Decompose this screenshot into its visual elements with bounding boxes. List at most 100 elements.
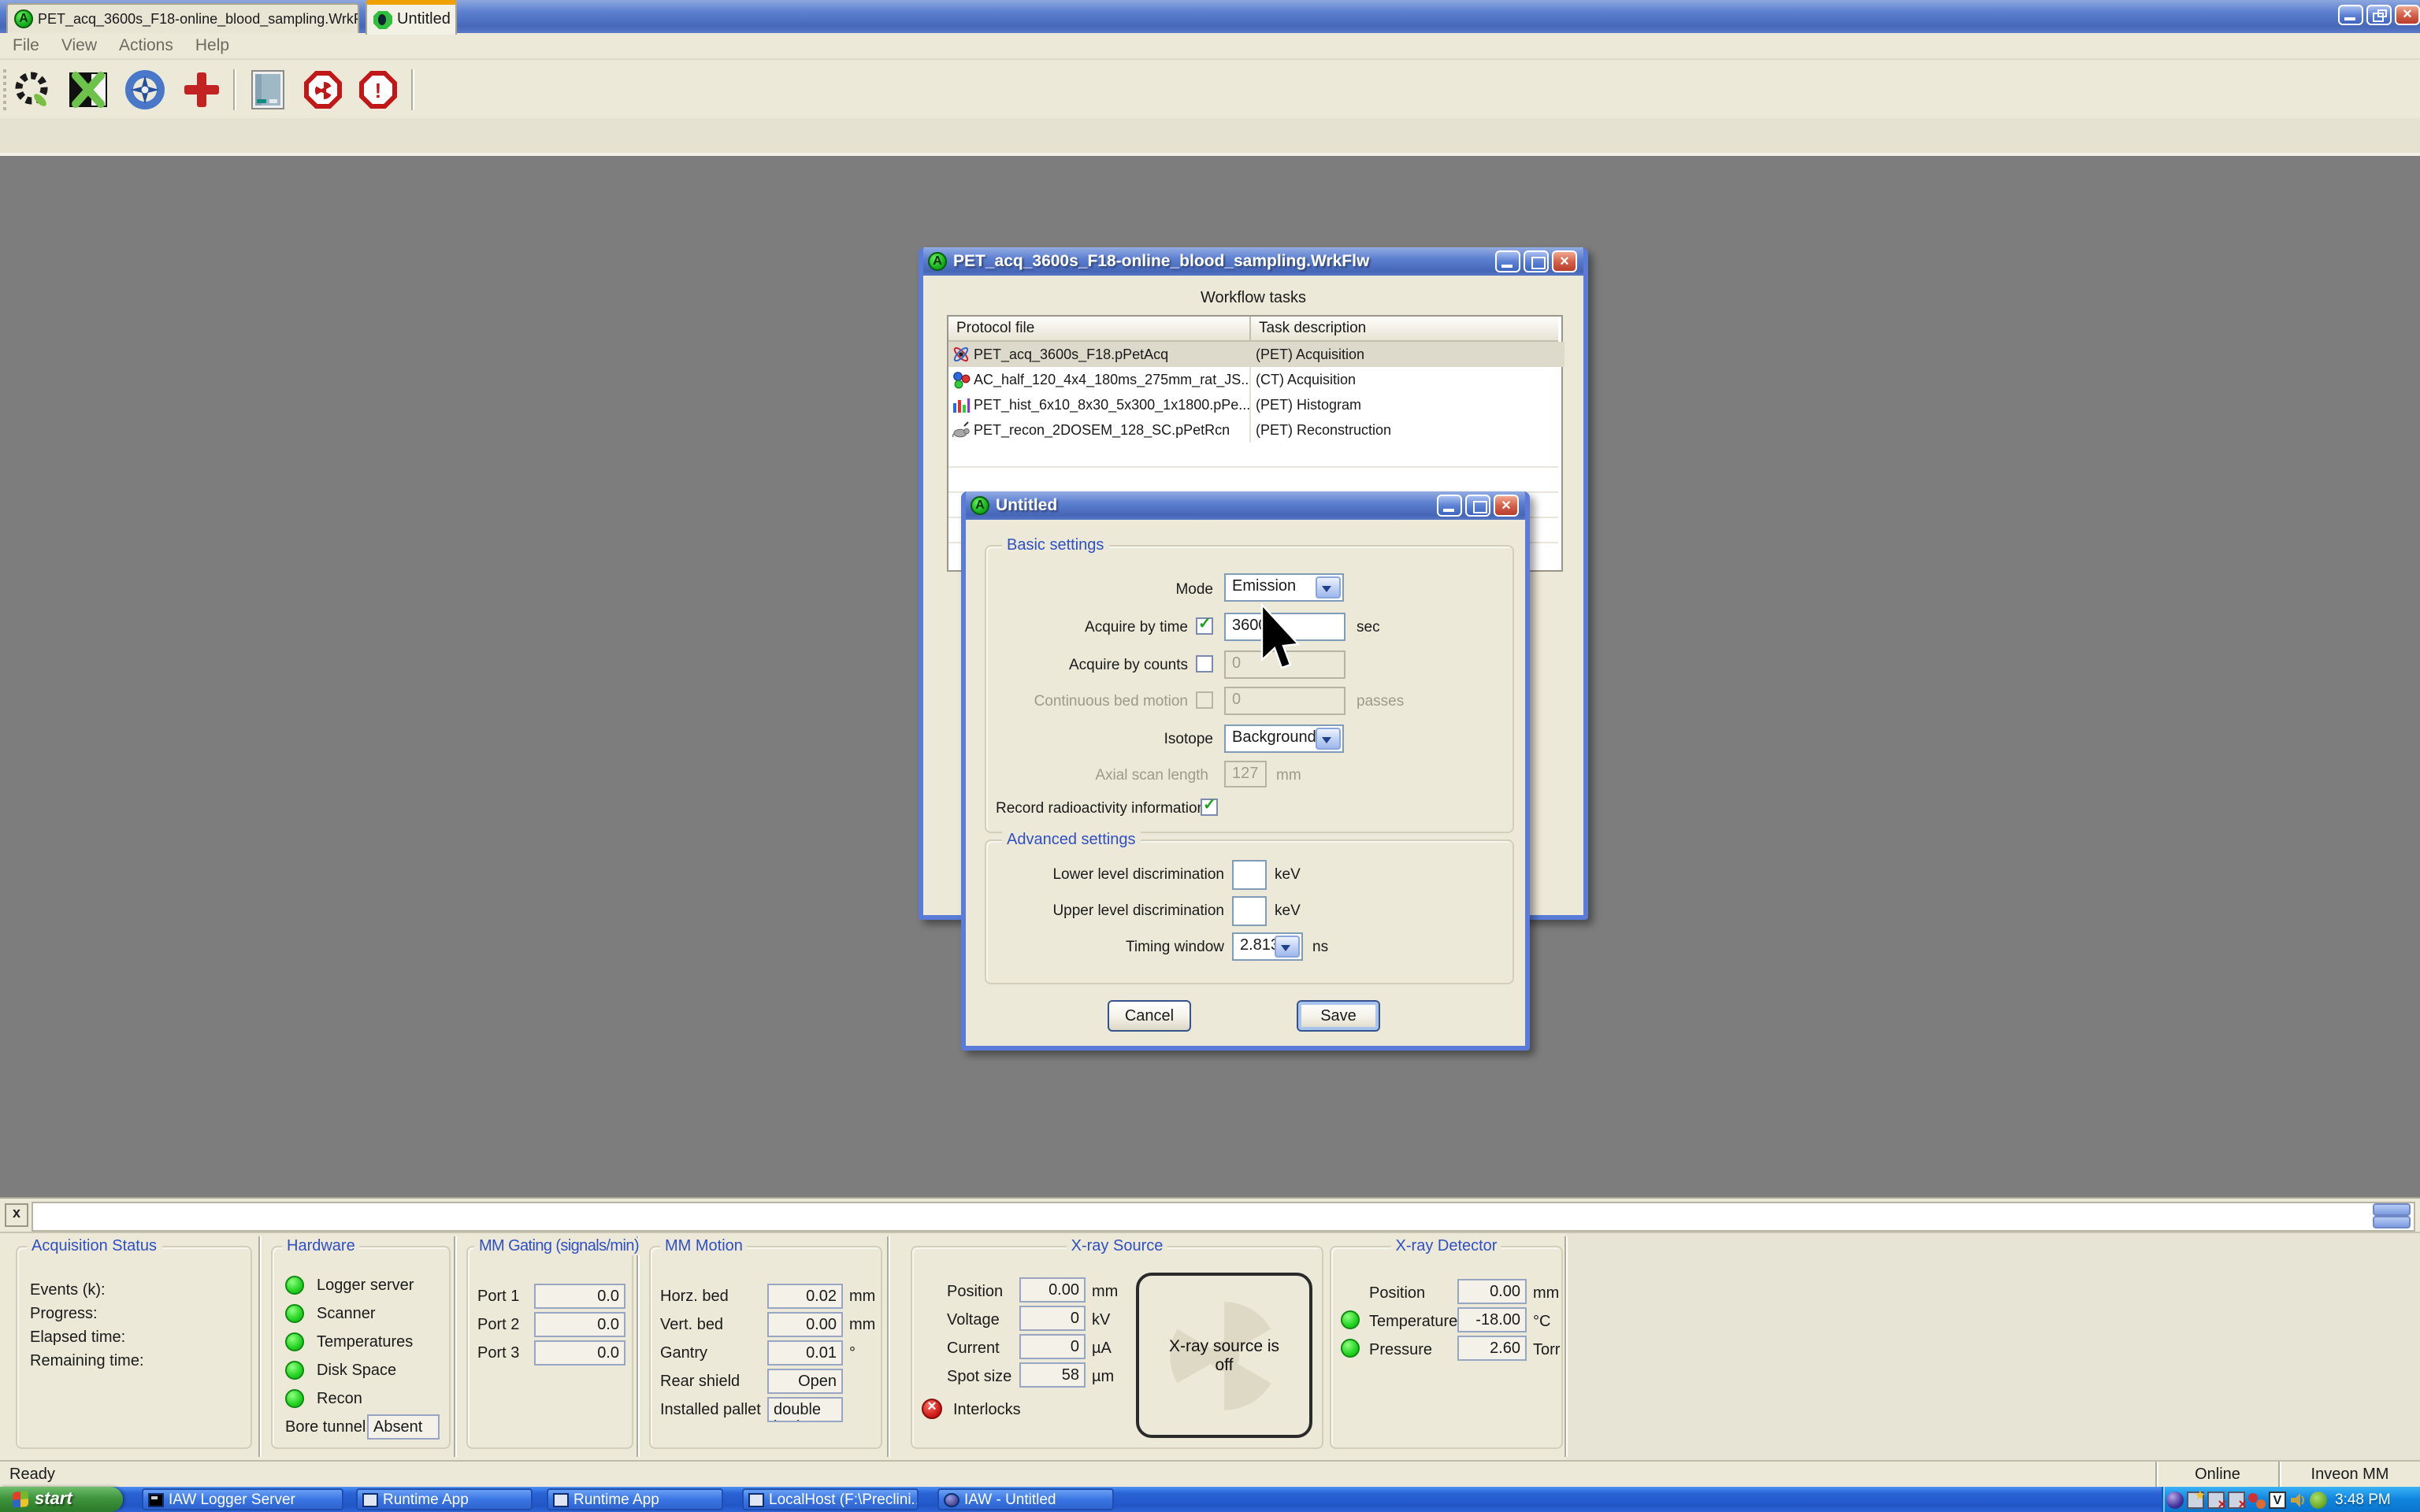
- table-row[interactable]: PET_hist_6x10_8x30_5x300_1x1800.pPe...: [948, 392, 1249, 417]
- menu-view[interactable]: View: [61, 36, 97, 55]
- acquisition-dialog: A Untitled × Basic settings Mode Emissio…: [961, 491, 1530, 1051]
- vnc-tray-icon[interactable]: V: [2269, 1491, 2286, 1508]
- spot-size-unit: µm: [1092, 1369, 1114, 1386]
- close-button[interactable]: ×: [2395, 5, 2420, 25]
- network-disconnected-icon[interactable]: ×: [2207, 1491, 2225, 1508]
- menu-actions[interactable]: Actions: [119, 36, 173, 55]
- strip-button-down[interactable]: [2373, 1216, 2411, 1228]
- message-strip: x: [0, 1197, 2420, 1233]
- histogram-icon: [952, 395, 971, 414]
- continuous-bed-motion-checkbox[interactable]: [1196, 691, 1213, 709]
- menu-help[interactable]: Help: [195, 36, 229, 55]
- gantry-label: Gantry: [660, 1345, 707, 1362]
- taskbar-item-runtime1[interactable]: Runtime App: [356, 1488, 533, 1510]
- interlocks-error-icon: [922, 1399, 942, 1419]
- isotope-select[interactable]: Background: [1224, 724, 1344, 753]
- pressure-value: 2.60: [1457, 1336, 1527, 1361]
- pressure-label: Pressure: [1369, 1342, 1432, 1359]
- taskbar-item-logger[interactable]: IAW Logger Server: [142, 1488, 343, 1510]
- nvidia-tray-icon[interactable]: [2310, 1491, 2327, 1508]
- add-button[interactable]: [180, 68, 224, 112]
- workflow-minimize-button[interactable]: [1495, 250, 1520, 272]
- col-task-description[interactable]: Task description: [1249, 317, 1558, 342]
- spot-size-label: Spot size: [947, 1369, 1011, 1386]
- dialog-titlebar[interactable]: A Untitled ×: [966, 491, 1525, 520]
- cancel-button[interactable]: Cancel: [1108, 1000, 1191, 1032]
- taskbar-item-runtime2[interactable]: Runtime App: [547, 1488, 723, 1510]
- workflow-tab-icon: A: [14, 9, 33, 28]
- installed-pallet-label: Installed pallet: [660, 1402, 761, 1419]
- table-cell[interactable]: (PET) Acquisition: [1249, 342, 1564, 367]
- continuous-bed-motion-input: 0: [1224, 687, 1345, 715]
- col-protocol-file[interactable]: Protocol file: [948, 317, 1249, 342]
- status-dock: Acquisition Status Events (k): Progress:…: [0, 1232, 2420, 1462]
- row-desc: (PET) Acquisition: [1256, 346, 1364, 362]
- vert-bed-value: 0.00: [767, 1312, 843, 1337]
- record-radioactivity-checkbox[interactable]: [1201, 799, 1218, 816]
- voltage-label: Voltage: [947, 1312, 1000, 1329]
- workflow-close-button[interactable]: ×: [1552, 250, 1577, 272]
- excel-export-button[interactable]: [66, 68, 110, 112]
- mm-motion-title: MM Motion: [660, 1238, 748, 1255]
- table-row[interactable]: AC_half_120_4x4_180ms_275mm_rat_JS...: [948, 367, 1249, 392]
- axial-scan-length-label: Axial scan length: [1059, 767, 1208, 784]
- acquisition-queue-button[interactable]: [9, 68, 54, 112]
- port3-label: Port 3: [477, 1345, 519, 1362]
- lld-input[interactable]: [1232, 860, 1267, 890]
- acquire-by-time-input[interactable]: 3600: [1224, 613, 1345, 641]
- sphere-tray-icon[interactable]: [2166, 1491, 2184, 1508]
- dialog-minimize-button[interactable]: [1437, 495, 1462, 517]
- minimize-button[interactable]: [2338, 5, 2363, 25]
- sec-unit: sec: [1357, 619, 1380, 636]
- emergency-stop-button[interactable]: !: [356, 68, 400, 112]
- table-cell[interactable]: (CT) Acquisition: [1249, 367, 1564, 392]
- restore-button[interactable]: [2366, 5, 2392, 25]
- save-button[interactable]: Save: [1297, 1000, 1380, 1032]
- current-label: Current: [947, 1340, 1000, 1358]
- dialog-maximize-button[interactable]: [1465, 495, 1490, 517]
- log-panel-button[interactable]: [246, 68, 290, 112]
- taskbar-item-localhost[interactable]: LocalHost (F:\Preclini...: [742, 1488, 919, 1510]
- remaining-time-label: Remaining time:: [30, 1353, 144, 1370]
- gantry-value: 0.01: [767, 1340, 843, 1366]
- workflow-window-titlebar[interactable]: A PET_acq_3600s_F18-online_blood_samplin…: [923, 247, 1583, 276]
- table-cell[interactable]: (PET) Reconstruction: [1249, 417, 1564, 443]
- dialog-close-button[interactable]: ×: [1494, 495, 1519, 517]
- acquire-by-counts-input: 0: [1224, 650, 1345, 679]
- tab-untitled[interactable]: Untitled: [366, 0, 457, 35]
- navigator-button[interactable]: [123, 68, 167, 112]
- uld-input[interactable]: [1232, 896, 1267, 926]
- acquire-by-counts-checkbox[interactable]: [1196, 655, 1213, 673]
- tray-clock: 3:48 PM: [2335, 1491, 2391, 1508]
- uld-label: Upper level discrimination: [1029, 902, 1224, 920]
- device-tray-icon[interactable]: ★: [2187, 1491, 2204, 1508]
- tab-workflow[interactable]: A PET_acq_3600s_F18-online_blood_samplin…: [6, 3, 359, 33]
- workflow-maximize-button[interactable]: [1524, 250, 1549, 272]
- strip-button-up[interactable]: [2373, 1203, 2411, 1216]
- xray-warning-button[interactable]: [301, 68, 345, 112]
- table-row[interactable]: PET_recon_2DOSEM_128_SC.pPetRcn: [948, 417, 1249, 443]
- mode-select[interactable]: Emission: [1224, 573, 1344, 602]
- table-cell[interactable]: (PET) Histogram: [1249, 392, 1564, 417]
- taskbar-item-iaw[interactable]: IAW - Untitled: [937, 1488, 1114, 1510]
- network-disconnected-icon[interactable]: ×: [2228, 1491, 2245, 1508]
- services-tray-icon[interactable]: [2248, 1491, 2266, 1508]
- ready-status: Ready: [9, 1466, 55, 1484]
- temperature-label: Temperature: [1369, 1314, 1457, 1331]
- horz-bed-value: 0.02: [767, 1284, 843, 1309]
- temperature-value: -18.00: [1457, 1307, 1527, 1332]
- strip-field[interactable]: [32, 1202, 2415, 1232]
- row-file: AC_half_120_4x4_180ms_275mm_rat_JS...: [974, 372, 1249, 387]
- acquire-by-counts-label: Acquire by counts: [1045, 657, 1188, 674]
- timing-window-select[interactable]: 2.813: [1232, 932, 1303, 961]
- scanner-led: [285, 1304, 304, 1323]
- start-button[interactable]: start: [0, 1487, 123, 1512]
- temperature-unit: °C: [1533, 1314, 1550, 1331]
- menu-file[interactable]: File: [13, 36, 39, 55]
- acquire-by-time-checkbox[interactable]: [1196, 617, 1213, 635]
- uld-unit: keV: [1275, 902, 1301, 920]
- volume-tray-icon[interactable]: [2289, 1491, 2307, 1508]
- strip-close-button[interactable]: x: [5, 1203, 28, 1227]
- table-row[interactable]: PET_acq_3600s_F18.pPetAcq: [948, 342, 1249, 367]
- main-title-bar: IAW - Untitled: [0, 0, 2420, 33]
